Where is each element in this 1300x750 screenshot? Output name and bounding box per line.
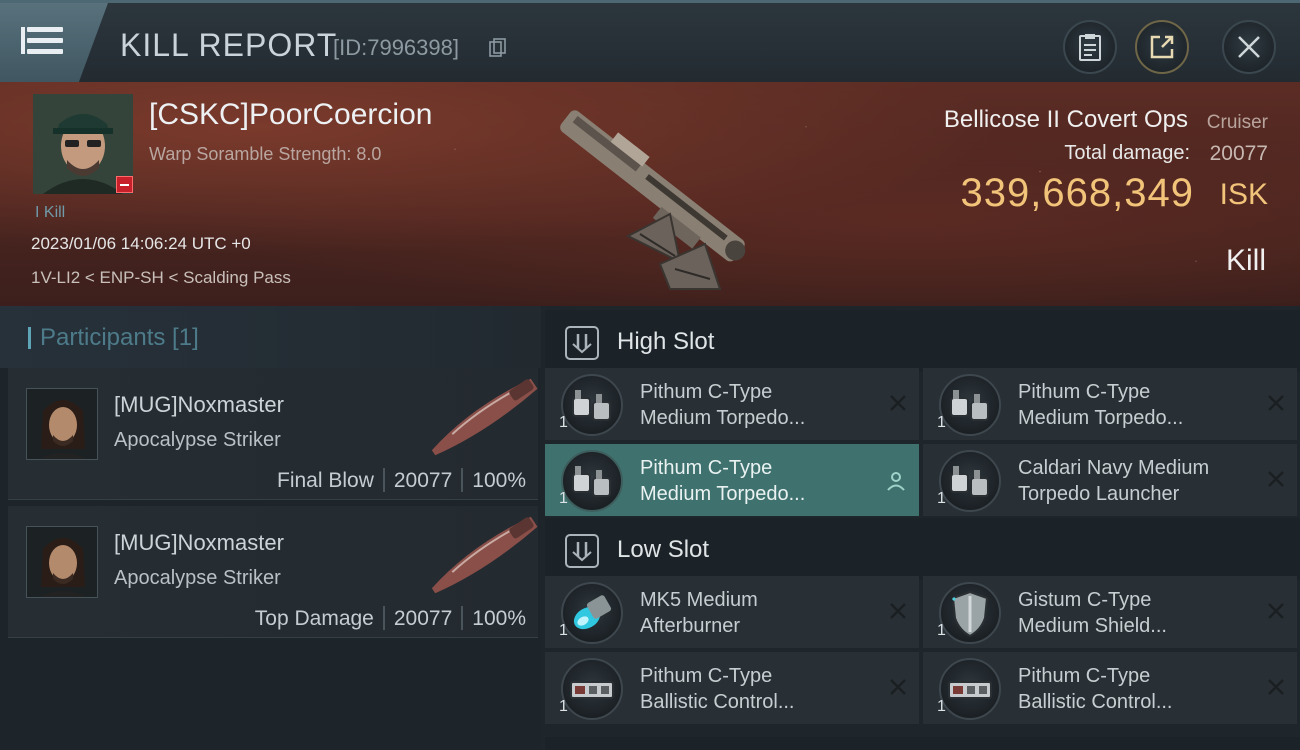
module-quantity: 1 [559,698,568,715]
module-slot[interactable]: 1 MK5 Medium Afterburner [545,576,919,648]
victim-ship-class: Cruiser [1206,112,1268,133]
participant-avatar[interactable] [26,388,98,460]
participant-percent: 100% [472,469,526,492]
participant-name[interactable]: [MUG]Noxmaster [114,530,284,556]
module-name: Gistum C-Type Medium Shield... [1018,589,1167,637]
module-name: MK5 Medium Afterburner [640,589,758,637]
module-quantity: 1 [559,414,568,431]
module-quantity: 1 [937,698,946,715]
destroyed-x-icon [1268,603,1284,619]
victim-name[interactable]: [CSKC]PoorCoercion [149,98,432,132]
low-slot-icon [565,534,599,568]
participant-ship-image [431,378,538,456]
participant-damage: 20077 [393,607,453,630]
participant-name[interactable]: [MUG]Noxmaster [114,392,284,418]
fitting-panel: High Slot 1 Pithum C-Type Medium Torpedo… [541,306,1300,750]
participant-avatar[interactable] [26,526,98,598]
report-id: [ID:7996398] [333,35,459,60]
module-name: Pithum C-Type Medium Torpedo... [640,381,806,429]
torpedo-launcher-icon [939,374,1001,436]
module-slot[interactable]: 1 Pithum C-Type Ballistic Control... [923,652,1297,724]
participant-role: Top Damage [254,607,374,630]
top-bar: KILL REPORT [ID:7996398] [0,0,1300,85]
module-slot[interactable]: 1 Pithum C-Type Ballistic Control... [545,652,919,724]
participant-row[interactable]: [MUG]Noxmaster Apocalypse Striker Final … [8,368,538,500]
participant-row[interactable]: [MUG]Noxmaster Apocalypse Striker Top Da… [8,506,538,638]
module-quantity: 1 [937,622,946,639]
close-icon [1238,36,1260,58]
participant-ship: Apocalypse Striker [114,567,281,589]
shield-icon [939,582,1001,644]
low-slot-header: Low Slot [545,518,1300,580]
share-button[interactable] [1135,20,1189,74]
isk-value: 339,668,349 [960,171,1194,215]
torpedo-launcher-icon [561,450,623,512]
module-name: Pithum C-Type Medium Torpedo... [640,457,806,505]
participant-ship-image [431,516,538,594]
high-slot-title: High Slot [617,328,715,355]
clipboard-button[interactable] [1063,20,1117,74]
participant-stats: Final Blow 20077 100% [277,468,526,493]
kill-result-label: Kill [1225,244,1266,277]
participant-role: Final Blow [277,469,374,492]
close-button[interactable] [1222,20,1276,74]
destroyed-x-icon [890,395,906,411]
clipboard-icon [1079,34,1101,61]
torpedo-launcher-icon [939,450,1001,512]
module-slot[interactable]: 1 Pithum C-Type Medium Torpedo... [923,368,1297,440]
module-slot[interactable]: 1 Caldari Navy Medium Torpedo Launcher [923,444,1297,516]
participants-panel: Participants [1] [MUG]Noxmaster Apocalyp… [0,306,541,750]
kill-summary-banner: [CSKC]PoorCoercion Warp Soramble Strengt… [0,82,1300,306]
menu-button[interactable] [0,3,108,85]
participants-title: Participants [1] [40,324,199,351]
module-name: Pithum C-Type Medium Torpedo... [1018,381,1184,429]
module-slot[interactable]: 1 Gistum C-Type Medium Shield... [923,576,1297,648]
kill-datetime: 2023/01/06 14:06:24 UTC +0 [31,234,251,253]
victim-ship-image [560,110,746,290]
module-quantity: 1 [937,490,946,507]
module-name: Caldari Navy Medium Torpedo Launcher [1018,457,1210,505]
total-damage-label: Total damage: [1064,142,1190,164]
destroyed-x-icon [890,679,906,695]
warp-scramble-strength: Warp Soramble Strength: 8.0 [149,144,382,164]
destroyed-x-icon [1268,679,1284,695]
share-icon [1150,35,1174,59]
kill-location[interactable]: 1V-LI2 < ENP-SH < Scalding Pass [31,268,291,288]
torpedo-launcher-icon [561,374,623,436]
destroyed-x-icon [1268,471,1284,487]
person-icon [887,472,905,491]
isk-unit: ISK [1219,178,1268,211]
module-quantity: 1 [559,490,568,507]
participant-ship: Apocalypse Striker [114,429,281,451]
module-quantity: 1 [937,414,946,431]
next-section-header-partial [545,737,1300,750]
module-slot[interactable]: 1 Pithum C-Type Medium Torpedo... [545,368,919,440]
module-name: Pithum C-Type Ballistic Control... [640,665,795,713]
participant-percent: 100% [472,607,526,630]
high-slot-icon [565,326,599,360]
module-name: Pithum C-Type Ballistic Control... [1018,665,1173,713]
standing-badge [116,176,133,193]
participant-damage: 20077 [393,469,453,492]
copy-icon[interactable] [489,38,506,57]
menu-icon [21,27,65,57]
total-damage-value: 20077 [1209,142,1268,165]
destroyed-x-icon [890,603,906,619]
ballistic-control-icon [939,658,1001,720]
page-title: KILL REPORT [120,27,338,63]
low-slot-title: Low Slot [617,536,710,563]
module-slot-selected[interactable]: 1 Pithum C-Type Medium Torpedo... [545,444,919,516]
high-slot-header: High Slot [545,310,1300,372]
kill-count: I Kill [35,204,66,221]
module-quantity: 1 [559,622,568,639]
participant-stats: Top Damage 20077 100% [255,606,526,631]
victim-ship-name[interactable]: Bellicose II Covert Ops [944,106,1188,134]
participants-header: Participants [1] [0,306,541,368]
ballistic-control-icon [561,658,623,720]
afterburner-icon [561,582,623,644]
destroyed-x-icon [1268,395,1284,411]
kill-report-window: KILL REPORT [ID:7996398] [CSKC]PoorCoerc… [0,0,1300,750]
